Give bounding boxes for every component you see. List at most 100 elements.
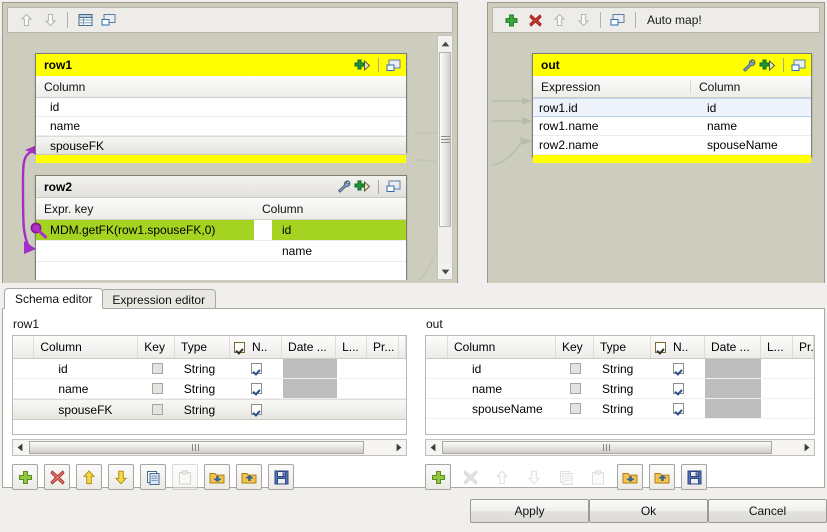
key-checkbox[interactable] [570,363,581,374]
cell-nullable[interactable] [651,399,705,418]
scrollbar-thumb[interactable] [439,52,451,227]
nullable-checkbox[interactable] [251,383,262,394]
grid-header-length[interactable]: L... [761,336,793,358]
grid-header-nullable[interactable]: N.. [651,336,705,358]
scroll-down-arrow-icon[interactable] [438,264,452,279]
input-table-row2[interactable]: row2 [35,175,407,280]
grid-header-key[interactable]: Key [138,336,175,358]
cell-type[interactable]: String [176,359,231,378]
table-row[interactable]: id String [426,359,814,379]
wrench-icon[interactable] [337,180,351,193]
wrench-icon[interactable] [742,59,756,72]
cell-date-pattern[interactable] [283,400,337,419]
table-row[interactable]: name [36,241,406,262]
add-output-button[interactable] [499,9,523,31]
cell-type[interactable]: String [594,399,651,418]
cell-nullable[interactable] [651,359,705,378]
add-green-arrow-icon[interactable] [354,59,371,72]
table-row[interactable]: row1.name name [533,117,811,136]
cell-precision[interactable] [368,400,400,419]
remove-output-button[interactable] [523,9,547,31]
cell-column[interactable]: id [448,359,556,378]
cell-key[interactable] [556,379,594,398]
grid-header-length[interactable]: L... [336,336,367,358]
add-green-arrow-icon[interactable] [354,180,371,193]
key-checkbox[interactable] [152,363,163,374]
cell-default[interactable] [400,359,406,378]
table-title-bar[interactable]: row2 [36,176,406,198]
table-row[interactable]: name [36,117,406,136]
cell-nullable[interactable] [231,400,283,419]
cell-nullable[interactable] [651,379,705,398]
grid-header-nullable[interactable]: N.. [230,336,282,358]
cell-length[interactable] [761,399,793,418]
tab-schema-editor[interactable]: Schema editor [4,288,103,309]
cell-precision[interactable] [793,399,814,418]
grid-header-column[interactable]: Column [34,336,138,358]
key-checkbox[interactable] [570,383,581,394]
key-checkbox[interactable] [152,404,163,415]
table-row[interactable]: MDM.getFK(row1.spouseFK,0) id [36,220,406,241]
schema-right-hscrollbar[interactable] [425,439,815,456]
cell-column[interactable]: spouseFK [34,400,139,419]
schema-left-grid[interactable]: Column Key Type N.. Date ... L... Pr... … [12,335,407,435]
move-up-button[interactable] [76,464,102,490]
schema-right-grid[interactable]: Column Key Type N.. Date ... L... Pr... [425,335,815,435]
cell-expression[interactable]: row1.name [533,119,691,133]
grid-header-default[interactable]: D [399,336,406,358]
table-row[interactable]: id String [13,359,406,379]
cell-date-pattern[interactable] [283,379,337,398]
window-minimize-icon[interactable] [386,59,402,72]
cell-date-pattern[interactable] [705,379,761,398]
hscroll-thumb[interactable] [29,441,364,454]
apply-button[interactable]: Apply [470,499,589,523]
cell-length[interactable] [761,359,793,378]
cell-length[interactable] [337,379,368,398]
nullable-checkbox[interactable] [251,363,262,374]
cell-precision[interactable] [368,379,400,398]
scroll-right-arrow-icon[interactable] [800,443,814,452]
cell-default[interactable] [400,400,406,419]
cell-column[interactable]: name [34,379,139,398]
cell-date-pattern[interactable] [283,359,337,378]
hscroll-track[interactable] [27,440,392,455]
scroll-right-arrow-icon[interactable] [392,443,406,452]
cell-length[interactable] [761,379,793,398]
grid-header-type[interactable]: Type [594,336,651,358]
nullable-header-checkbox[interactable] [655,342,666,353]
scroll-left-arrow-icon[interactable] [13,443,27,452]
cell-length[interactable] [337,359,368,378]
scroll-up-arrow-icon[interactable] [438,36,452,51]
cell-column[interactable]: name [448,379,556,398]
nullable-checkbox[interactable] [673,403,684,414]
table-row[interactable]: name String [13,379,406,399]
table-row[interactable]: spouseName String [426,399,814,419]
cell-column[interactable]: id [272,220,406,240]
cell-precision[interactable] [368,359,400,378]
move-down-button[interactable] [38,9,62,31]
cell-type[interactable]: String [176,400,231,419]
cell-key[interactable] [139,359,176,378]
cell-expr-key[interactable]: MDM.getFK(row1.spouseFK,0) [36,220,254,240]
import-schema-button[interactable] [204,464,230,490]
cell-expression[interactable]: row2.name [533,138,691,152]
grid-header-date[interactable]: Date ... [705,336,761,358]
output-table-out[interactable]: out [532,53,812,157]
tab-expression-editor[interactable]: Expression editor [101,289,216,309]
copy-button[interactable] [140,464,166,490]
key-checkbox[interactable] [570,403,581,414]
add-column-button[interactable] [425,464,451,490]
window-minimize-icon[interactable] [606,9,630,31]
move-up-button[interactable] [14,9,38,31]
grid-header-precision[interactable]: Pr... [793,336,814,358]
cancel-button[interactable]: Cancel [708,499,827,523]
export-schema-button[interactable] [236,464,262,490]
nullable-checkbox[interactable] [251,404,262,415]
table-title-bar[interactable]: row1 [36,54,406,76]
cell-column[interactable]: spouseName [448,399,556,418]
cell-nullable[interactable] [231,359,283,378]
cell-date-pattern[interactable] [705,399,761,418]
table-row[interactable]: row2.name spouseName [533,136,811,155]
ok-button[interactable]: Ok [589,499,708,523]
hscroll-thumb[interactable] [442,441,772,454]
